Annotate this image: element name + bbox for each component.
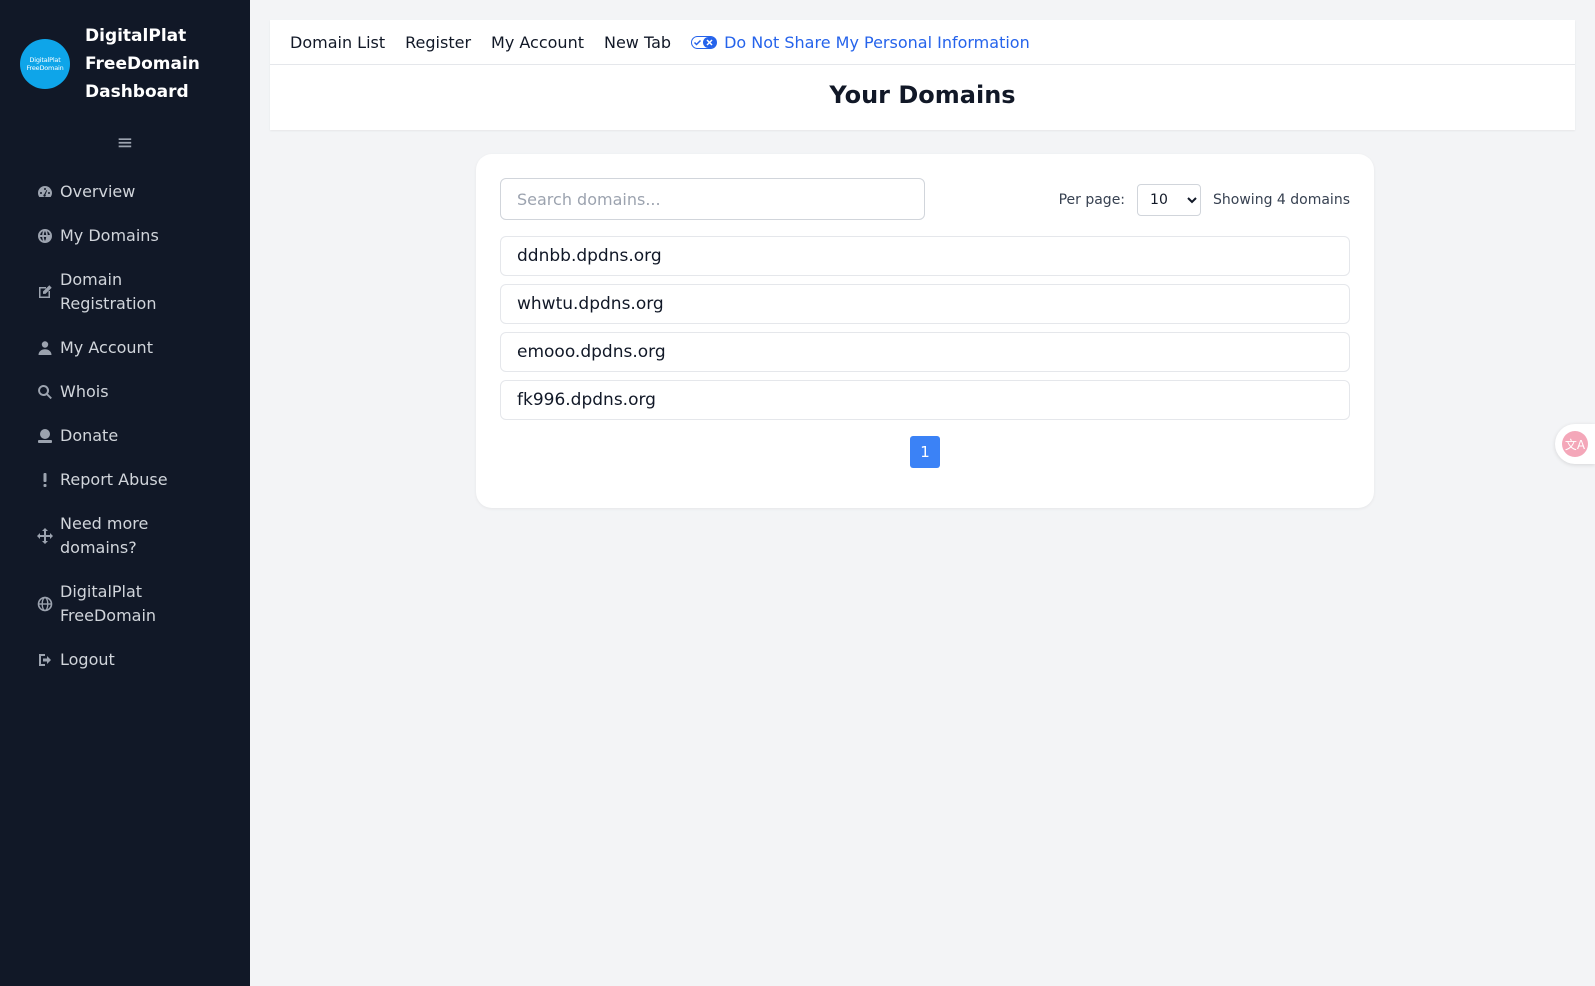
- domains-controls: Per page: 10 Showing 4 domains: [500, 178, 1350, 220]
- top-nav: Domain List Register My Account New Tab …: [270, 20, 1575, 65]
- sidebar-item-report-abuse[interactable]: Report Abuse: [0, 468, 250, 492]
- sidebar-nav: Overview My Domains Domain Registration …: [0, 180, 250, 672]
- topnav-link-my-account[interactable]: My Account: [491, 33, 584, 52]
- privacy-toggle-icon: [691, 35, 718, 49]
- sidebar-item-label: Whois: [60, 382, 109, 401]
- sidebar-item-label: Report Abuse: [60, 470, 168, 489]
- privacy-opt-out-link[interactable]: Do Not Share My Personal Information: [691, 33, 1030, 52]
- topnav-link-new-tab[interactable]: New Tab: [604, 33, 671, 52]
- per-page-label: Per page:: [1058, 192, 1126, 208]
- sidebar-item-whois[interactable]: Whois: [0, 380, 250, 404]
- per-page-control: Per page: 10 Showing 4 domains: [1059, 184, 1350, 216]
- page-button-current[interactable]: 1: [910, 436, 940, 468]
- sidebar-item-donate[interactable]: Donate: [0, 424, 250, 448]
- top-bar: Domain List Register My Account New Tab …: [270, 20, 1575, 130]
- logo-text-line-1: DigitalPlat: [29, 56, 61, 64]
- search-domains-input[interactable]: [500, 178, 925, 220]
- sidebar-item-label: Overview: [60, 182, 136, 201]
- privacy-opt-out-label: Do Not Share My Personal Information: [724, 32, 1030, 52]
- brand-logo: DigitalPlat FreeDomain: [20, 39, 70, 89]
- per-page-select[interactable]: 10: [1137, 184, 1202, 216]
- topnav-link-domain-list[interactable]: Domain List: [290, 33, 385, 52]
- domain-list-item[interactable]: ddnbb.dpdns.org: [500, 236, 1350, 276]
- hamburger-icon[interactable]: ≡: [0, 130, 250, 154]
- sidebar-item-label: Domain Registration: [60, 270, 157, 313]
- logout-icon: [36, 651, 54, 669]
- gauge-icon: [36, 183, 54, 201]
- globe-icon: [36, 227, 54, 245]
- donate-icon: [36, 427, 54, 445]
- logo-text-line-2: FreeDomain: [26, 64, 64, 72]
- pagination: 1: [476, 436, 1374, 468]
- domain-list-item[interactable]: fk996.dpdns.org: [500, 380, 1350, 420]
- page-title: Your Domains: [829, 81, 1016, 109]
- topnav-link-register[interactable]: Register: [405, 33, 471, 52]
- edit-icon: [36, 283, 54, 301]
- exclamation-icon: [36, 471, 54, 489]
- sidebar-item-label: DigitalPlat FreeDomain: [60, 582, 157, 625]
- translate-button[interactable]: 文A: [1555, 424, 1595, 464]
- search-icon: [36, 383, 54, 401]
- sidebar-item-need-more-domains[interactable]: Need more domains?: [0, 512, 250, 560]
- sidebar-item-my-domains[interactable]: My Domains: [0, 224, 250, 248]
- sidebar-item-label: Donate: [60, 426, 119, 445]
- domain-list-item[interactable]: whwtu.dpdns.org: [500, 284, 1350, 324]
- sidebar-item-label: Logout: [60, 650, 115, 669]
- sidebar: DigitalPlat FreeDomain DigitalPlat FreeD…: [0, 0, 250, 986]
- sidebar-item-label: My Account: [60, 338, 153, 357]
- domains-card: Per page: 10 Showing 4 domains ddnbb.dpd…: [476, 154, 1374, 508]
- showing-count-text: Showing 4 domains: [1213, 192, 1350, 208]
- domain-list: ddnbb.dpdns.org whwtu.dpdns.org emooo.dp…: [500, 236, 1350, 420]
- sidebar-item-label: My Domains: [60, 226, 159, 245]
- sidebar-item-overview[interactable]: Overview: [0, 180, 250, 204]
- sidebar-item-digitalplat-freedomain[interactable]: DigitalPlat FreeDomain: [0, 580, 250, 628]
- sidebar-item-domain-registration[interactable]: Domain Registration: [0, 268, 250, 316]
- sidebar-item-label: Need more domains?: [60, 514, 149, 557]
- globe-icon: [36, 595, 54, 613]
- user-icon: [36, 339, 54, 357]
- translate-icon: 文A: [1562, 431, 1588, 457]
- sidebar-item-my-account[interactable]: My Account: [0, 336, 250, 360]
- domain-list-item[interactable]: emooo.dpdns.org: [500, 332, 1350, 372]
- brand-title: DigitalPlat FreeDomain Dashboard: [85, 26, 200, 102]
- move-arrows-icon: [36, 527, 54, 545]
- sidebar-item-logout[interactable]: Logout: [0, 648, 250, 672]
- brand: DigitalPlat FreeDomain DigitalPlat FreeD…: [0, 0, 250, 106]
